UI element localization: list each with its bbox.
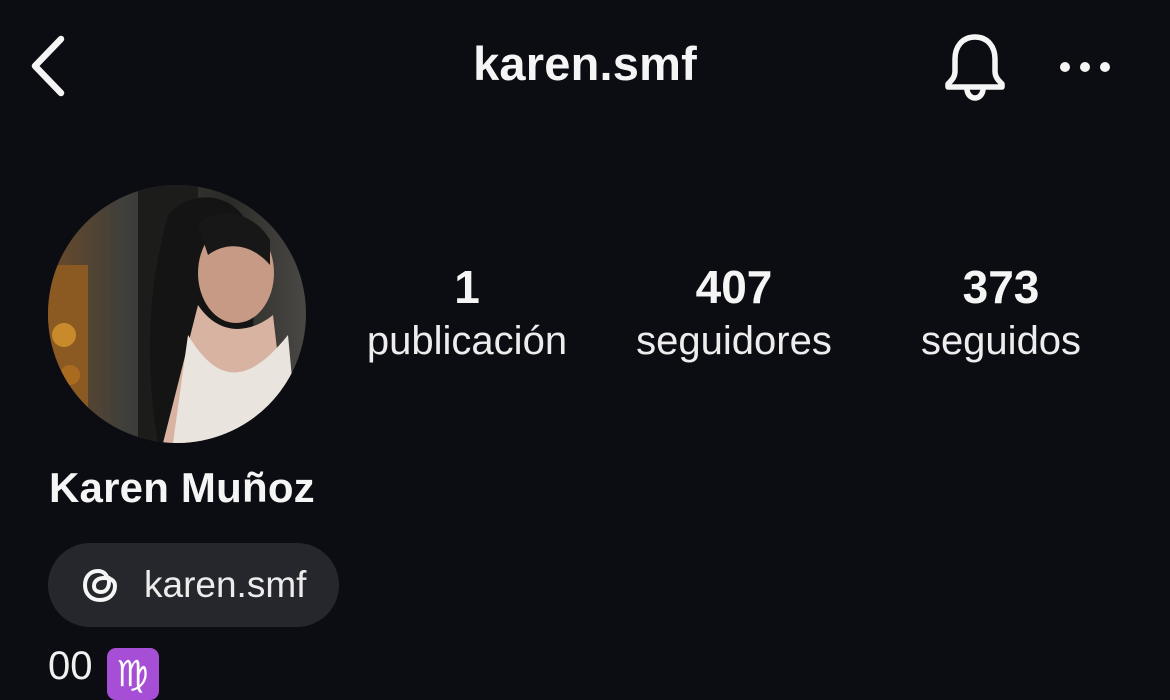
threads-handle: karen.smf — [144, 564, 307, 605]
followers-label: seguidores — [636, 319, 832, 363]
virgo-emoji: ♍ — [106, 648, 159, 700]
notifications-button[interactable] — [938, 28, 1012, 104]
ellipsis-icon — [1060, 62, 1110, 72]
posts-label: publicación — [366, 319, 568, 363]
posts-count: 1 — [454, 261, 480, 313]
followers-stat[interactable]: 407 seguidores — [604, 258, 864, 366]
profile-avatar[interactable] — [48, 185, 306, 443]
following-stat[interactable]: 373 seguidos — [871, 258, 1131, 366]
more-options-button[interactable] — [1052, 44, 1118, 90]
following-count: 373 — [962, 261, 1040, 313]
threads-icon — [78, 563, 122, 607]
followers-count: 407 — [695, 261, 773, 313]
top-bar: karen.smf — [0, 0, 1170, 134]
bell-icon — [945, 34, 1005, 101]
following-label: seguidos — [920, 319, 1082, 363]
posts-stat[interactable]: 1 publicación — [337, 258, 597, 366]
profile-photo — [48, 185, 306, 443]
threads-profile-link[interactable]: karen.smf — [48, 543, 339, 627]
bio: 00 ♍ — [48, 644, 159, 700]
display-name: Karen Muñoz — [49, 464, 315, 511]
